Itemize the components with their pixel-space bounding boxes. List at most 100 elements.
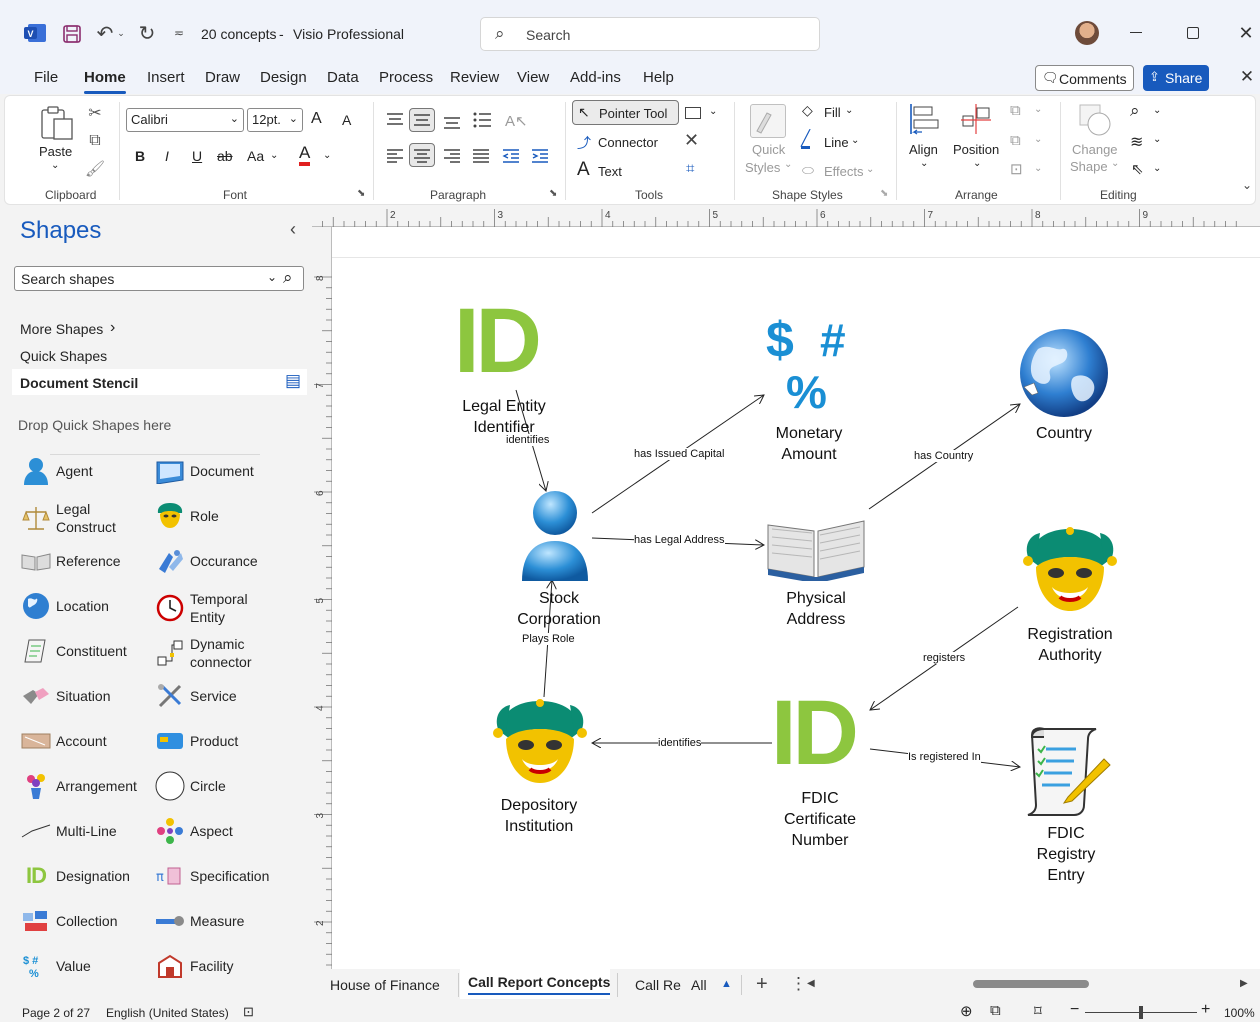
fdic-registry-label[interactable]: FDIC Registry Entry: [1006, 823, 1126, 886]
menu-data[interactable]: Data: [327, 69, 359, 86]
font-size-select[interactable]: 12pt. ⌄: [247, 108, 303, 132]
align-label[interactable]: Align: [909, 142, 938, 157]
legal-entity-id-glyph[interactable]: ID: [454, 295, 542, 387]
menu-review[interactable]: Review: [450, 69, 499, 86]
chevron-down-icon[interactable]: ⌄: [1034, 163, 1042, 174]
paste-label[interactable]: Paste: [39, 144, 72, 159]
search-shapes-input[interactable]: Search shapes ⌄ ⌕: [14, 266, 304, 291]
scroll-right-icon[interactable]: ▶: [1240, 978, 1248, 989]
shape-item-account[interactable]: Account: [20, 725, 107, 757]
effects-icon[interactable]: ⬭: [802, 162, 814, 179]
bold-button[interactable]: B: [135, 148, 145, 164]
connector-label[interactable]: Connector: [598, 135, 658, 150]
italic-button[interactable]: I: [165, 148, 169, 164]
menu-draw[interactable]: Draw: [205, 69, 240, 86]
group-icon[interactable]: ⊡: [1010, 160, 1023, 178]
strikethrough-button[interactable]: ab: [217, 148, 233, 164]
stock-corporation-label[interactable]: Stock Corporation: [499, 588, 619, 630]
effects-label[interactable]: Effects: [824, 164, 864, 179]
edge-label-has-legal-address[interactable]: has Legal Address: [634, 534, 725, 546]
shape-item-product[interactable]: Product: [154, 725, 238, 757]
connector-icon[interactable]: ⤴: [577, 133, 591, 153]
edge-label-has-issued-capital[interactable]: has Issued Capital: [634, 448, 725, 460]
globe-icon[interactable]: [1018, 327, 1110, 419]
quick-styles-label-1[interactable]: Quick: [752, 142, 785, 157]
minimize-icon[interactable]: [1130, 32, 1142, 33]
dialog-launcher-icon[interactable]: ⬊: [880, 188, 888, 199]
menu-design[interactable]: Design: [260, 69, 307, 86]
paste-icon[interactable]: [39, 104, 75, 142]
chevron-down-icon[interactable]: ⌄: [1034, 134, 1042, 145]
save-icon[interactable]: [62, 24, 82, 44]
menu-view[interactable]: View: [517, 69, 549, 86]
shape-item-document[interactable]: Document: [154, 455, 254, 487]
select-icon[interactable]: ⇖: [1131, 160, 1144, 178]
layers-icon[interactable]: ≋: [1130, 132, 1143, 152]
horizontal-scrollbar-thumb[interactable]: [973, 980, 1089, 988]
change-shape-label-2[interactable]: Shape: [1070, 159, 1108, 174]
switch-windows-icon[interactable]: ⧉: [990, 1002, 1001, 1019]
tab-call-rep[interactable]: Call Rep: [635, 977, 681, 993]
fdic-id-glyph[interactable]: ID: [771, 687, 859, 779]
align-bottom-icon[interactable]: [442, 112, 462, 132]
macro-record-icon[interactable]: ⊡: [243, 1004, 254, 1020]
shape-item-temporal-entity[interactable]: Temporal Entity: [154, 590, 248, 626]
copy-icon[interactable]: ⧉: [85, 130, 105, 152]
change-case-button[interactable]: Aa: [247, 148, 264, 164]
language[interactable]: English (United States): [106, 1006, 229, 1020]
menu-insert[interactable]: Insert: [147, 69, 185, 86]
shape-item-agent[interactable]: Agent: [20, 455, 93, 487]
chevron-down-icon[interactable]: ⌄: [1034, 104, 1042, 115]
edge-label-is-registered-in[interactable]: Is registered In: [908, 751, 981, 763]
shape-item-occurance[interactable]: Occurance: [154, 545, 258, 577]
fill-icon[interactable]: ◇: [802, 102, 813, 119]
customize-toolbar-icon[interactable]: ≂: [172, 26, 186, 40]
shape-item-circle[interactable]: Circle: [154, 770, 226, 802]
edge-label-identifies-1[interactable]: identifies: [506, 434, 550, 446]
monetary-amount-label[interactable]: Monetary Amount: [749, 423, 869, 465]
dollar-glyph[interactable]: $: [766, 315, 794, 365]
registration-authority-label[interactable]: Registration Authority: [1010, 624, 1130, 666]
maximize-icon[interactable]: [1187, 27, 1199, 39]
chevron-down-icon[interactable]: ⌄: [866, 164, 874, 175]
shape-item-constituent[interactable]: Constituent: [20, 635, 127, 667]
shape-item-designation[interactable]: ID Designation: [20, 860, 130, 892]
send-backward-icon[interactable]: ⧉: [1010, 132, 1021, 149]
increase-indent-icon[interactable]: [530, 146, 550, 166]
shape-item-dynamic-connector[interactable]: Dynamic connector: [154, 635, 251, 671]
menu-home[interactable]: Home: [84, 69, 126, 86]
tab-all-button[interactable]: All: [691, 977, 707, 993]
search-icon[interactable]: ⌕: [283, 268, 293, 288]
fdic-certificate-label[interactable]: FDIC Certificate Number: [760, 788, 880, 851]
bring-forward-icon[interactable]: ⧉: [1010, 102, 1021, 119]
menu-add-ins[interactable]: Add-ins: [570, 69, 621, 86]
shape-item-value[interactable]: $ #% Value: [20, 950, 91, 982]
dialog-launcher-icon[interactable]: ⬊: [549, 188, 557, 199]
hash-glyph[interactable]: #: [820, 317, 846, 363]
font-family-select[interactable]: Calibri ⌄: [126, 108, 244, 132]
close-icon[interactable]: ✕: [1236, 22, 1256, 44]
align-left-icon[interactable]: [385, 146, 405, 166]
text-tool-icon[interactable]: A: [577, 159, 590, 181]
physical-address-label[interactable]: Physical Address: [756, 588, 876, 630]
shape-item-legal-construct[interactable]: Legal Construct: [20, 500, 116, 536]
undo-icon[interactable]: ↶: [94, 22, 116, 45]
zoom-in-icon[interactable]: +: [1201, 1001, 1210, 1019]
presentation-mode-icon[interactable]: ⌑: [1034, 1002, 1042, 1020]
redo-icon[interactable]: ↻: [136, 22, 158, 45]
undo-dropdown-icon[interactable]: ⌄: [117, 28, 125, 38]
shape-item-multi-line[interactable]: Multi-Line: [20, 815, 117, 847]
chevron-down-icon[interactable]: ⌄: [851, 135, 859, 146]
shape-item-location[interactable]: Location: [20, 590, 109, 622]
format-painter-icon[interactable]: 🖌: [85, 158, 105, 180]
chevron-down-icon[interactable]: ⌄: [1153, 134, 1161, 145]
paste-dropdown-icon[interactable]: ⌄: [51, 160, 59, 171]
text-direction-icon[interactable]: A↖: [505, 112, 528, 130]
chevron-down-icon[interactable]: ⌄: [323, 150, 331, 161]
chevron-down-icon[interactable]: ⌄: [845, 105, 853, 116]
justify-icon[interactable]: [471, 146, 491, 166]
pan-zoom-icon[interactable]: ⊕: [960, 1002, 973, 1020]
collapse-pane-icon[interactable]: ‹: [290, 219, 296, 240]
drawing-canvas[interactable]: ID Legal Entity Identifier $ # % Monetar…: [332, 227, 1260, 969]
search-input[interactable]: ⌕ Search: [480, 17, 820, 51]
